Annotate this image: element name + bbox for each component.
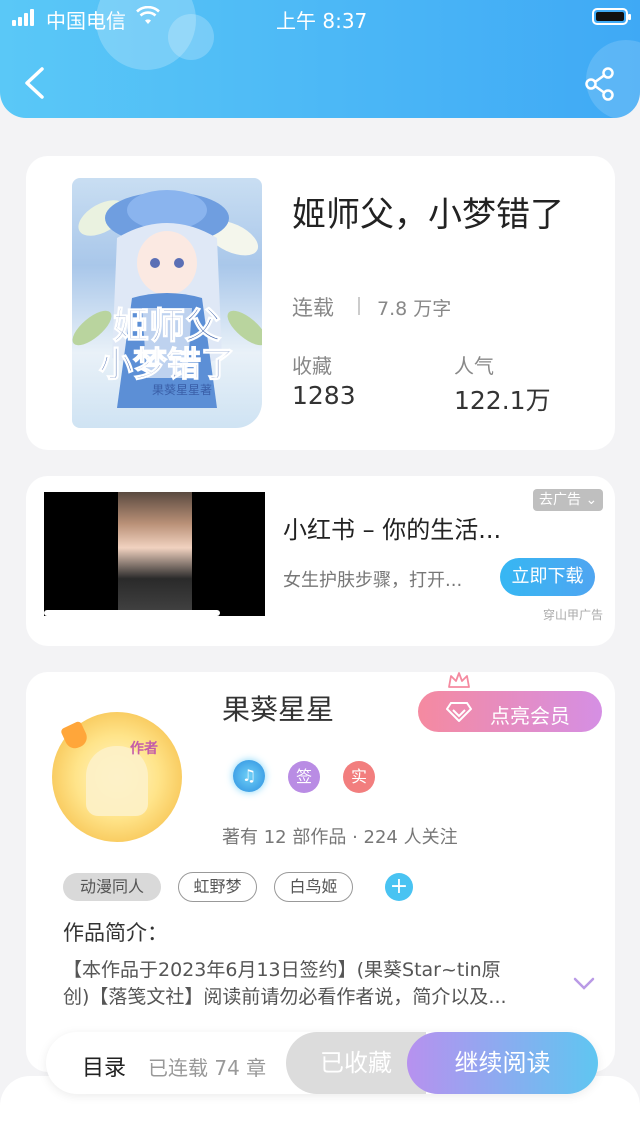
- tag-anime[interactable]: 动漫同人: [63, 873, 161, 901]
- popularity-value: 122.1万: [454, 386, 551, 415]
- crown-icon: [448, 672, 470, 688]
- remove-ad-label: 去广告: [539, 492, 581, 508]
- intro-line-1: 【本作品于2023年6月13日签约】(果葵Star~tin原: [63, 959, 501, 981]
- book-status: 连载: [292, 296, 334, 320]
- favorites-label: 收藏: [292, 354, 332, 378]
- svg-text:果葵星星著: 果葵星星著: [152, 383, 212, 397]
- wifi-icon: [136, 6, 160, 24]
- svg-text:姬师父: 姬师父: [113, 305, 221, 347]
- clock-label: 上午 8:37: [276, 9, 368, 33]
- intro-label: 作品简介：: [63, 921, 168, 945]
- share-icon[interactable]: [584, 66, 616, 102]
- intro-line-2: 创)【落笺文社】阅读前请勿必看作者说，简介以及...: [63, 986, 507, 1008]
- avatar-tag: 作者: [130, 741, 158, 757]
- chevron-down-icon: ⌄: [581, 492, 598, 508]
- book-cover[interactable]: 姬师父 小梦错了 果葵星星著: [72, 178, 262, 428]
- ad-source: 穿山甲广告: [543, 608, 604, 622]
- signal-icon: [12, 8, 36, 26]
- music-badge-icon: ♫: [233, 760, 265, 792]
- expand-chevron-icon[interactable]: [572, 976, 596, 992]
- ad-title: 小红书 – 你的生活...: [283, 516, 502, 544]
- tag-hongyemeng[interactable]: 虹野梦: [178, 872, 257, 902]
- book-title: 姬师父，小梦错了: [292, 195, 564, 235]
- author-name: 果葵星星: [222, 693, 335, 726]
- diamond-icon: [446, 702, 472, 722]
- continue-reading-button[interactable]: 继续阅读: [407, 1032, 598, 1094]
- back-chevron-icon[interactable]: [22, 66, 46, 100]
- vip-button-label: 点亮会员: [490, 704, 570, 728]
- ad-video[interactable]: [44, 492, 265, 616]
- top-header: 中国电信 上午 8:37: [0, 0, 640, 118]
- ad-description: 女生护肤步骤，打开...: [283, 570, 463, 591]
- ad-person-image: [118, 492, 192, 616]
- carrier-label: 中国电信: [46, 9, 126, 33]
- verified-badge-icon: 实: [343, 761, 375, 793]
- signed-badge-icon: 签: [288, 761, 320, 793]
- chapter-count: 已连载 74 章: [148, 1056, 267, 1080]
- works-info: 著有 12 部作品 · 224 人关注: [222, 827, 458, 848]
- word-count: 7.8 万字: [377, 298, 452, 320]
- divider: [358, 297, 360, 315]
- add-tag-icon[interactable]: +: [385, 873, 413, 901]
- collected-button[interactable]: 已收藏: [286, 1032, 426, 1094]
- decor-bubble-small: [168, 14, 214, 60]
- tag-bainiaoji[interactable]: 白鸟姬: [274, 872, 353, 902]
- vip-button[interactable]: 点亮会员: [418, 691, 602, 732]
- cover-illustration: 姬师父 小梦错了 果葵星星著: [72, 190, 262, 408]
- popularity-label: 人气: [454, 354, 494, 378]
- svg-text:小梦错了: 小梦错了: [99, 345, 235, 385]
- battery-icon: [592, 8, 631, 25]
- remove-ad-button[interactable]: 去广告 ⌄: [533, 489, 604, 511]
- catalog-button[interactable]: 目录: [82, 1050, 126, 1082]
- favorites-value: 1283: [292, 381, 356, 410]
- download-button[interactable]: 立即下载: [500, 558, 595, 596]
- ad-progress-bar: [44, 610, 220, 616]
